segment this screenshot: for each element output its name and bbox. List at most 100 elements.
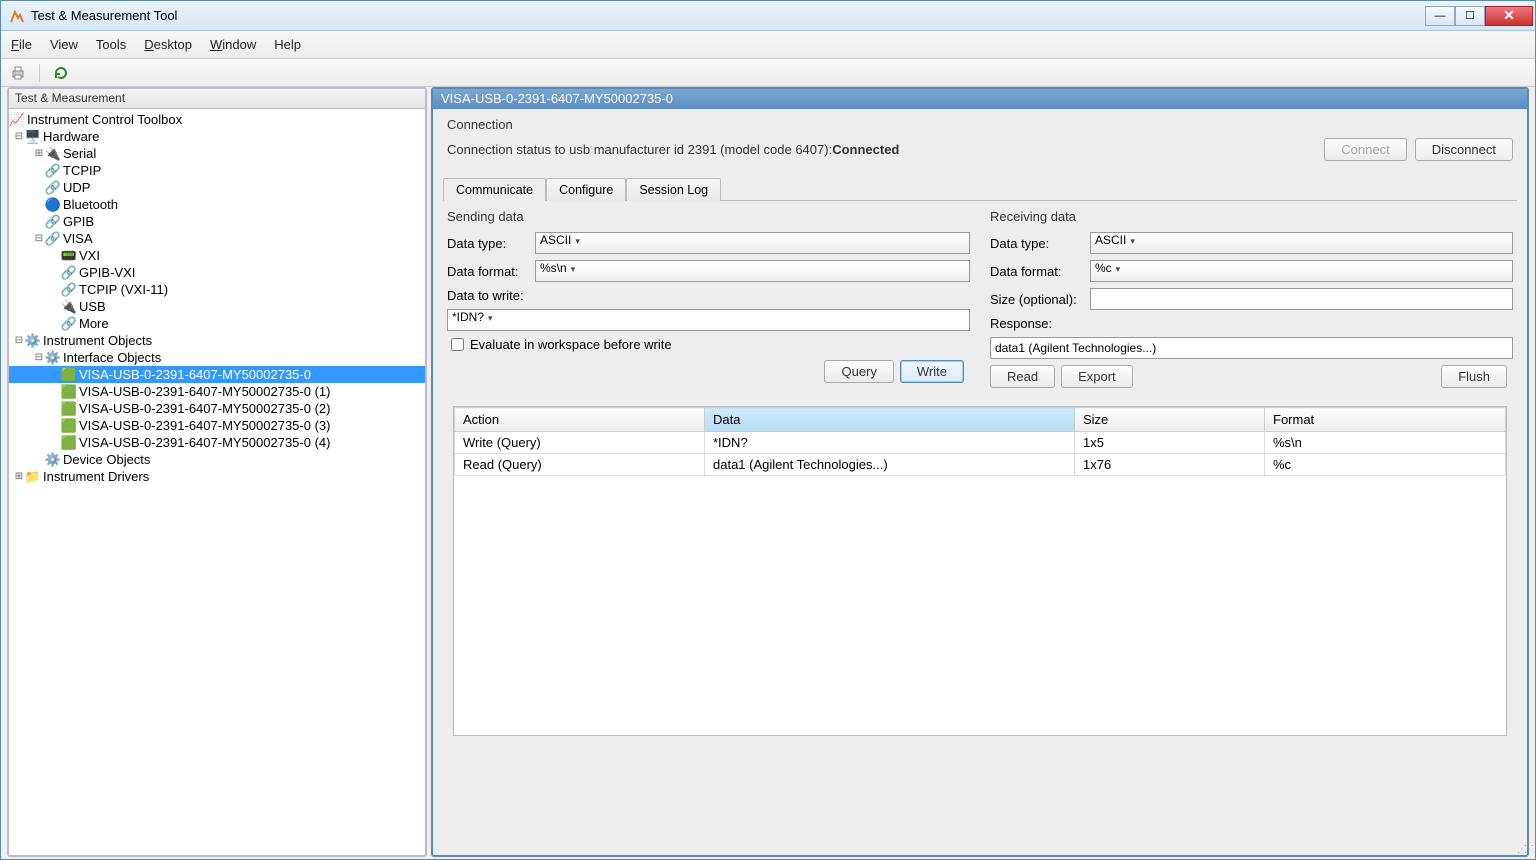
disconnect-button[interactable]: Disconnect — [1415, 138, 1513, 161]
connect-button[interactable]: Connect — [1324, 138, 1406, 161]
tcpip-icon: 🔗 — [45, 164, 61, 178]
tree-device-objects[interactable]: ⚙️Device Objects — [9, 451, 425, 468]
sending-panel: Sending data Data type: ASCII Data forma… — [443, 203, 974, 396]
col-size[interactable]: Size — [1075, 408, 1265, 432]
collapse-icon[interactable]: ⊟ — [33, 233, 45, 245]
response-field — [990, 337, 1513, 359]
cube-icon: 🟩 — [61, 419, 77, 433]
col-format[interactable]: Format — [1265, 408, 1506, 432]
menu-bar: File View Tools Desktop Window Help — [1, 31, 1535, 59]
tree-vxi[interactable]: 📟VXI — [9, 247, 425, 264]
cube-icon: 🟩 — [61, 368, 77, 382]
menu-desktop[interactable]: Desktop — [144, 37, 192, 52]
right-panel-title: VISA-USB-0-2391-6407-MY50002735-0 — [433, 89, 1527, 109]
matlab-icon: 📈 — [9, 113, 25, 127]
menu-window[interactable]: Window — [210, 37, 256, 52]
send-datatype-select[interactable]: ASCII — [535, 232, 970, 254]
data-to-write-input[interactable]: *IDN? — [447, 309, 970, 331]
menu-help[interactable]: Help — [274, 37, 301, 52]
table-row[interactable]: Write (Query)*IDN?1x5%s\n — [455, 432, 1506, 454]
menu-tools[interactable]: Tools — [96, 37, 126, 52]
cube-icon: 🟩 — [61, 385, 77, 399]
sending-title: Sending data — [447, 207, 970, 232]
resize-grip-icon[interactable]: ⋰⋰ — [1517, 844, 1531, 855]
tree-udp[interactable]: 🔗UDP — [9, 179, 425, 196]
tree-bluetooth[interactable]: 🔵Bluetooth — [9, 196, 425, 213]
objects-icon: ⚙️ — [25, 334, 41, 348]
collapse-icon[interactable]: ⊟ — [13, 131, 25, 143]
usb-icon: 🔌 — [61, 300, 77, 314]
tree-serial[interactable]: ⊞🔌Serial — [9, 145, 425, 162]
tree-more[interactable]: 🔗More — [9, 315, 425, 332]
vxi-icon: 📟 — [61, 249, 77, 263]
menu-view[interactable]: View — [50, 37, 78, 52]
tree-visa-object-2[interactable]: 🟩VISA-USB-0-2391-6407-MY50002735-0 (2) — [9, 400, 425, 417]
tree-tcpip[interactable]: 🔗TCPIP — [9, 162, 425, 179]
recv-datatype-select[interactable]: ASCII — [1090, 232, 1513, 254]
export-button[interactable]: Export — [1061, 365, 1133, 388]
collapse-icon[interactable]: ⊟ — [33, 352, 45, 364]
window-title: Test & Measurement Tool — [31, 8, 1425, 23]
toolbar — [1, 59, 1535, 87]
query-button[interactable]: Query — [824, 360, 893, 383]
collapse-icon[interactable]: ⊟ — [13, 335, 25, 347]
expand-icon[interactable]: ⊞ — [33, 148, 45, 160]
tree-gpib[interactable]: 🔗GPIB — [9, 213, 425, 230]
maximize-button[interactable]: ☐ — [1455, 6, 1485, 26]
recv-datatype-label: Data type: — [990, 236, 1086, 251]
close-button[interactable]: ✕ — [1485, 6, 1533, 26]
gpib-icon: 🔗 — [45, 215, 61, 229]
tab-session-log[interactable]: Session Log — [626, 178, 721, 201]
tree-instrument-drivers[interactable]: ⊞📁Instrument Drivers — [9, 468, 425, 485]
left-panel-title: Test & Measurement — [9, 89, 425, 109]
expand-icon[interactable]: ⊞ — [13, 471, 25, 483]
tree-instrument-objects[interactable]: ⊟⚙️Instrument Objects — [9, 332, 425, 349]
tab-configure[interactable]: Configure — [546, 178, 626, 201]
visa-icon: 🔗 — [45, 232, 61, 246]
tree-visa[interactable]: ⊟🔗VISA — [9, 230, 425, 247]
cube-icon: 🟩 — [61, 436, 77, 450]
tree-root[interactable]: 📈Instrument Control Toolbox — [9, 111, 425, 128]
cube-icon: 🟩 — [61, 402, 77, 416]
receiving-title: Receiving data — [990, 207, 1513, 232]
tree-tcpipvxi[interactable]: 🔗TCPIP (VXI-11) — [9, 281, 425, 298]
tree-usb[interactable]: 🔌USB — [9, 298, 425, 315]
table-row[interactable]: Read (Query)data1 (Agilent Technologies.… — [455, 454, 1506, 476]
tcpipvxi-icon: 🔗 — [61, 283, 77, 297]
right-panel: VISA-USB-0-2391-6407-MY50002735-0 Connec… — [431, 87, 1529, 857]
tree-hardware[interactable]: ⊟🖥️Hardware — [9, 128, 425, 145]
flush-button[interactable]: Flush — [1441, 365, 1507, 388]
history-table[interactable]: Action Data Size Format Write (Query)*ID… — [453, 406, 1507, 736]
menu-file[interactable]: File — [11, 37, 32, 52]
bluetooth-icon: 🔵 — [45, 198, 61, 212]
response-label: Response: — [990, 316, 1052, 331]
col-action[interactable]: Action — [455, 408, 705, 432]
tree-visa-object-3[interactable]: 🟩VISA-USB-0-2391-6407-MY50002735-0 (3) — [9, 417, 425, 434]
tree-visa-object-4[interactable]: 🟩VISA-USB-0-2391-6407-MY50002735-0 (4) — [9, 434, 425, 451]
read-button[interactable]: Read — [990, 365, 1055, 388]
tree-interface-objects[interactable]: ⊟⚙️Interface Objects — [9, 349, 425, 366]
evaluate-checkbox[interactable] — [451, 338, 464, 351]
receiving-panel: Receiving data Data type: ASCII Data for… — [986, 203, 1517, 396]
minimize-button[interactable]: — — [1425, 6, 1455, 26]
tree[interactable]: 📈Instrument Control Toolbox ⊟🖥️Hardware … — [9, 109, 425, 855]
udp-icon: 🔗 — [45, 181, 61, 195]
connection-label: Connection — [447, 113, 1513, 138]
recv-size-input[interactable] — [1090, 288, 1513, 310]
recv-dataformat-select[interactable]: %c — [1090, 260, 1513, 282]
gpibvxi-icon: 🔗 — [61, 266, 77, 280]
col-data[interactable]: Data — [705, 408, 1075, 432]
write-button[interactable]: Write — [900, 360, 964, 383]
evaluate-checkbox-label: Evaluate in workspace before write — [470, 337, 672, 352]
print-icon[interactable] — [9, 64, 27, 82]
recv-size-label: Size (optional): — [990, 292, 1086, 307]
app-logo-icon — [9, 8, 25, 24]
toolbar-separator — [39, 64, 40, 82]
tree-visa-object-1[interactable]: 🟩VISA-USB-0-2391-6407-MY50002735-0 (1) — [9, 383, 425, 400]
send-dataformat-select[interactable]: %s\n — [535, 260, 970, 282]
device-icon: ⚙️ — [45, 453, 61, 467]
tree-visa-object-0[interactable]: 🟩VISA-USB-0-2391-6407-MY50002735-0 — [9, 366, 425, 383]
refresh-icon[interactable] — [52, 64, 70, 82]
tree-gpibvxi[interactable]: 🔗GPIB-VXI — [9, 264, 425, 281]
tab-communicate[interactable]: Communicate — [443, 178, 546, 201]
